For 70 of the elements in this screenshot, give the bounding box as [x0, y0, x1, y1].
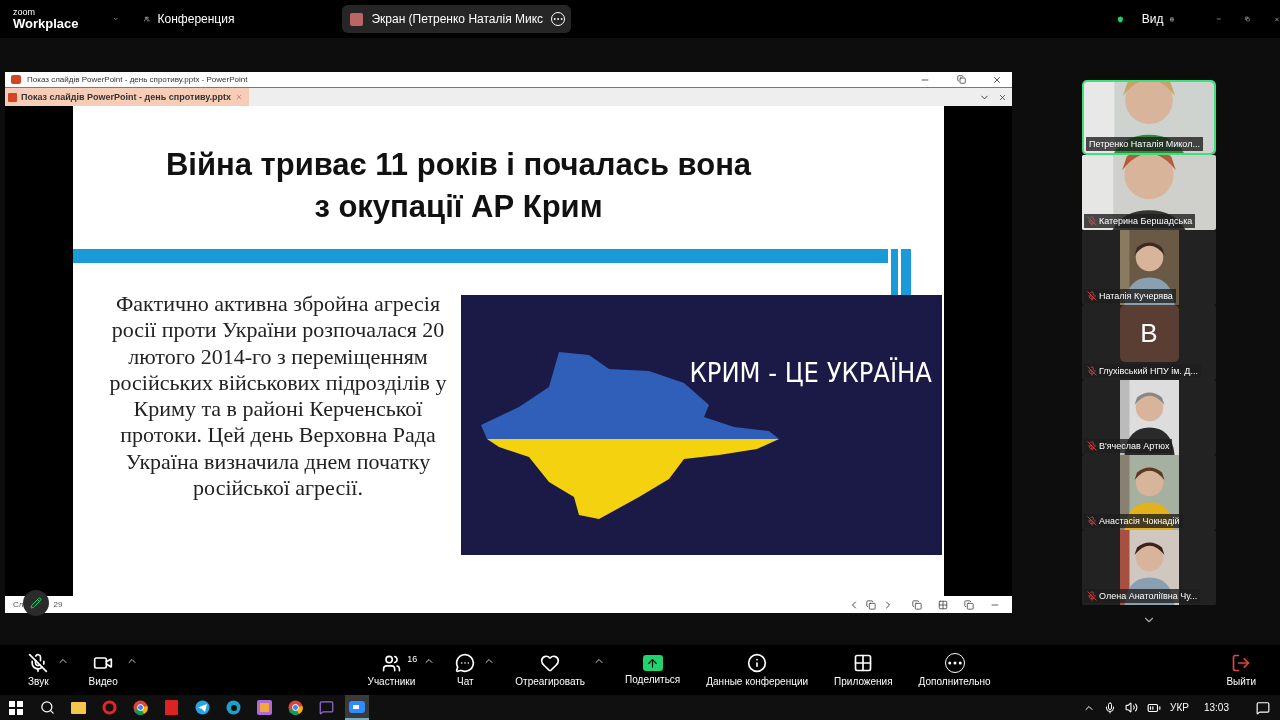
paper-plane-icon	[194, 700, 210, 715]
toolbar-button[interactable]: Данные конференции	[700, 653, 815, 687]
heart-icon	[540, 653, 561, 673]
taskbar-app[interactable]	[345, 695, 369, 720]
toolbar-button[interactable]: Видео	[82, 653, 124, 687]
zoom-logo: zoom Workplace	[13, 8, 79, 30]
participant-name: Петренко Наталія Микол...	[1089, 139, 1200, 149]
meeting-label: Конференция	[157, 12, 235, 26]
participant-tile[interactable]: Петренко Наталія Микол...	[1082, 80, 1216, 155]
participant-tile[interactable]: Олена Анатоліївна Чу...	[1082, 530, 1216, 605]
participant-name: Анастасія Чокнадій	[1099, 516, 1180, 526]
participant-name: Глухівський НПУ ім. Д...	[1099, 366, 1198, 376]
pencil-icon	[30, 596, 43, 609]
notes-icon[interactable]	[866, 599, 876, 610]
participant-name: В'ячеслав Артюх	[1099, 441, 1170, 451]
search-icon	[39, 700, 55, 715]
toolbar-button[interactable]: Выйти	[1220, 653, 1262, 687]
photos-icon	[256, 700, 272, 715]
toolbar-button[interactable]: Приложения	[828, 653, 899, 687]
ring-icon	[101, 700, 117, 715]
document-icon	[164, 700, 178, 715]
language-indicator[interactable]: УКР	[1170, 702, 1189, 713]
slide-number: 29	[53, 600, 63, 609]
slide-title: Війна триває 11 років і почалась вона	[165, 146, 752, 184]
slide-title: з окупації АР Крим	[314, 188, 603, 226]
screen-share-label: Экран (Петренко Наталія Микс	[371, 12, 544, 26]
speaker-icon[interactable]	[1125, 701, 1139, 714]
participant-tile[interactable]: Наталія Кучерява	[1082, 230, 1216, 305]
info-icon	[747, 653, 768, 673]
participant-tile[interactable]: B Глухівський НПУ ім. Д...	[1082, 305, 1216, 380]
participant-name: Олена Анатоліївна Чу...	[1099, 591, 1198, 601]
people-icon	[381, 653, 401, 673]
folder-icon	[70, 701, 86, 714]
clock[interactable]: 13:03	[1203, 702, 1229, 713]
toolbar-button[interactable]: 16 Участники	[361, 653, 422, 687]
normal-view-icon[interactable]	[912, 599, 922, 610]
reading-view-icon[interactable]	[964, 599, 974, 610]
notification-icon[interactable]	[1256, 700, 1270, 715]
participant-name: Наталія Кучерява	[1099, 291, 1173, 301]
document-tab[interactable]: Показ слайдів PowerPoint - день спротиву.pptx	[5, 88, 249, 106]
banner-slogan: КРИМ - ЦЕ УКРАЇНА	[689, 357, 932, 388]
slide-counter: Сл	[13, 600, 24, 609]
chrome-icon	[287, 700, 303, 715]
chat-icon	[455, 653, 476, 673]
swirl-icon	[225, 700, 241, 715]
mic-icon[interactable]	[1104, 701, 1117, 714]
toolbar-button[interactable]: Чат	[449, 653, 482, 687]
tab-label: Показ слайдів PowerPoint - день спротиву.pptx	[21, 92, 231, 102]
chrome-icon	[132, 700, 148, 715]
avatar-letter: B	[1140, 318, 1158, 349]
participant-tile[interactable]: В'ячеслав Артюх	[1082, 380, 1216, 455]
muted-mic-icon	[28, 653, 49, 673]
toolbar-button[interactable]: Дополнительно	[912, 653, 997, 687]
toolbar-button[interactable]: Поделиться	[619, 655, 687, 685]
presenter-icon	[350, 12, 364, 26]
participant-count: 16	[407, 653, 418, 664]
sorter-view-icon[interactable]	[938, 599, 948, 610]
leave-icon	[1231, 653, 1252, 673]
chat-bubble-icon	[318, 700, 334, 715]
screen-share-pill[interactable]: Экран (Петренко Наталія Микс	[342, 5, 572, 33]
toolbar-button[interactable]: Отреагировать	[509, 653, 592, 687]
window-title: Показ слайдів PowerPoint - день спротиву.pptx - PowerPoint	[27, 75, 248, 84]
slide-paragraph: Фактично активна збройна агресія росії проти України розпочалася 20 лютого 2014-го з переміщенням російських військових підрозділів у Криму та в районі Керченської протоки. Цей день Верховна Рада Україна визначила днем початку російської агресії.	[108, 291, 448, 502]
zoom-app-icon	[349, 700, 365, 713]
share-icon	[642, 655, 663, 671]
windows-icon	[9, 700, 23, 715]
participant-tile[interactable]: Анастасія Чокнадій	[1082, 455, 1216, 530]
apps-icon	[853, 653, 874, 673]
view-button[interactable]: Вид	[1141, 12, 1164, 26]
toolbar-button[interactable]: Звук	[22, 653, 55, 687]
